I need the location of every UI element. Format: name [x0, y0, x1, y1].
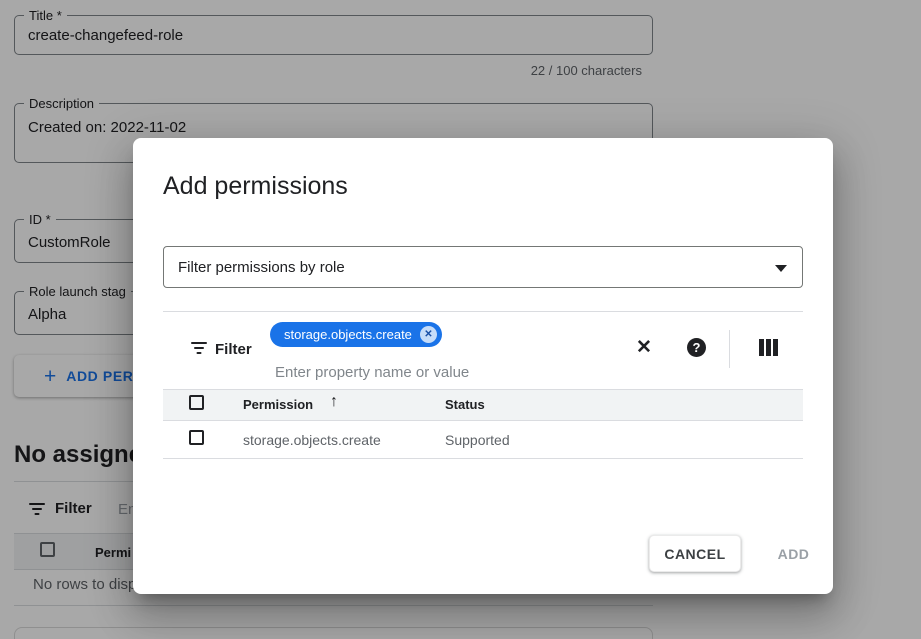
- row-checkbox[interactable]: [189, 430, 204, 445]
- toolbar-vertical-divider: [729, 330, 730, 368]
- add-permissions-dialog: Add permissions Filter permissions by ro…: [133, 138, 833, 594]
- cancel-button[interactable]: CANCEL: [649, 535, 741, 572]
- chevron-down-icon: [775, 265, 787, 272]
- status-column-header[interactable]: Status: [445, 397, 485, 412]
- sort-ascending-icon[interactable]: ↑: [330, 393, 338, 411]
- permission-column-header[interactable]: Permission: [243, 397, 313, 412]
- filter-icon: [190, 342, 208, 356]
- chip-close-icon[interactable]: ✕: [420, 326, 437, 343]
- toolbar-divider: [163, 311, 803, 312]
- row-status-cell: Supported: [445, 432, 510, 448]
- role-filter-select-value: Filter permissions by role: [178, 247, 345, 289]
- column-display-icon[interactable]: [759, 339, 778, 356]
- add-button[interactable]: ADD: [766, 535, 821, 572]
- help-icon[interactable]: ?: [687, 338, 706, 357]
- filter-chip[interactable]: storage.objects.create ✕: [270, 322, 442, 347]
- role-filter-select[interactable]: Filter permissions by role: [163, 246, 803, 288]
- clear-filters-icon[interactable]: ✕: [636, 336, 652, 359]
- dialog-filter-label[interactable]: Filter: [215, 341, 252, 358]
- filter-chip-label: storage.objects.create: [284, 327, 412, 342]
- row-permission-cell: storage.objects.create: [243, 432, 381, 448]
- dialog-title: Add permissions: [163, 172, 348, 201]
- select-all-checkbox[interactable]: [189, 395, 204, 410]
- filter-input[interactable]: [275, 362, 605, 382]
